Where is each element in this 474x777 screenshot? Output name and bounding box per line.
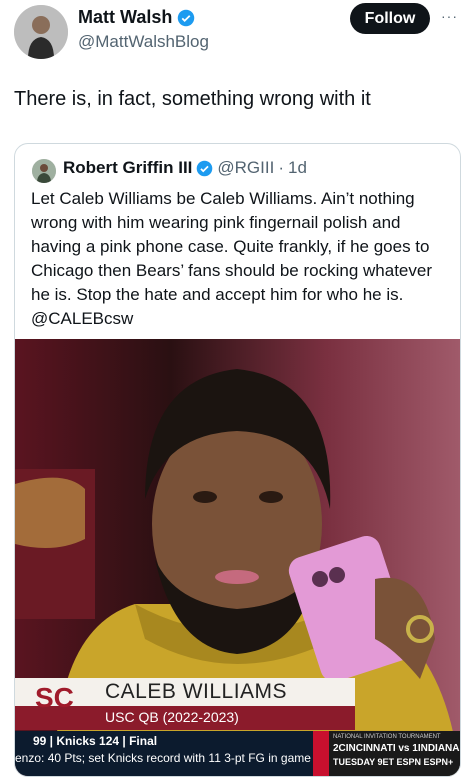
quoted-timestamp[interactable]: 1d <box>288 158 307 178</box>
verified-badge-icon <box>197 160 213 176</box>
quoted-tweet[interactable]: Robert Griffin III @RGIII · 1d Let Caleb… <box>14 143 461 777</box>
score-ticker: 99 | Knicks 124 | Final enzo: 40 Pts; se… <box>15 731 460 776</box>
follow-button[interactable]: Follow <box>350 3 430 34</box>
usc-logo: SC <box>35 682 74 713</box>
ticker-tournament: NATIONAL INVITATION TOURNAMENT <box>333 734 441 740</box>
author-name[interactable]: Matt Walsh <box>78 7 172 28</box>
tweet-text: There is, in fact, something wrong with … <box>14 88 371 110</box>
ticker-matchup: 2CINCINNATI vs 1INDIANA ST <box>333 743 461 754</box>
quoted-text: Let Caleb Williams be Caleb Williams. Ai… <box>31 189 432 328</box>
ticker-time: TUESDAY 9ET ESPN ESPN+ <box>333 757 454 767</box>
broadcast-name: CALEB WILLIAMS <box>105 680 288 703</box>
broadcast-lower-third: SC CALEB WILLIAMS USC QB (2022-2023) <box>15 678 355 738</box>
quoted-author-handle[interactable]: @RGIII <box>217 158 274 178</box>
ticker-promo: NATIONAL INVITATION TOURNAMENT 2CINCINNA… <box>313 731 460 776</box>
broadcast-subtitle: USC QB (2022-2023) <box>105 709 239 725</box>
author-handle[interactable]: @MattWalshBlog <box>78 32 209 52</box>
author-name-row[interactable]: Matt Walsh <box>78 7 195 28</box>
verified-badge-icon <box>178 9 195 26</box>
quoted-media-image[interactable]: SC CALEB WILLIAMS USC QB (2022-2023) 99 … <box>15 339 460 776</box>
ticker-score: 99 | Knicks 124 | Final <box>33 734 158 748</box>
author-avatar[interactable] <box>14 5 68 59</box>
quoted-author-avatar[interactable] <box>32 159 56 183</box>
separator-dot: · <box>278 158 284 177</box>
more-options-icon[interactable]: ··· <box>441 8 458 24</box>
quoted-author-name[interactable]: Robert Griffin III <box>63 158 192 178</box>
ticker-info: enzo: 40 Pts; set Knicks record with 11 … <box>15 751 311 765</box>
quoted-header: Robert Griffin III @RGIII · 1d <box>63 158 307 178</box>
